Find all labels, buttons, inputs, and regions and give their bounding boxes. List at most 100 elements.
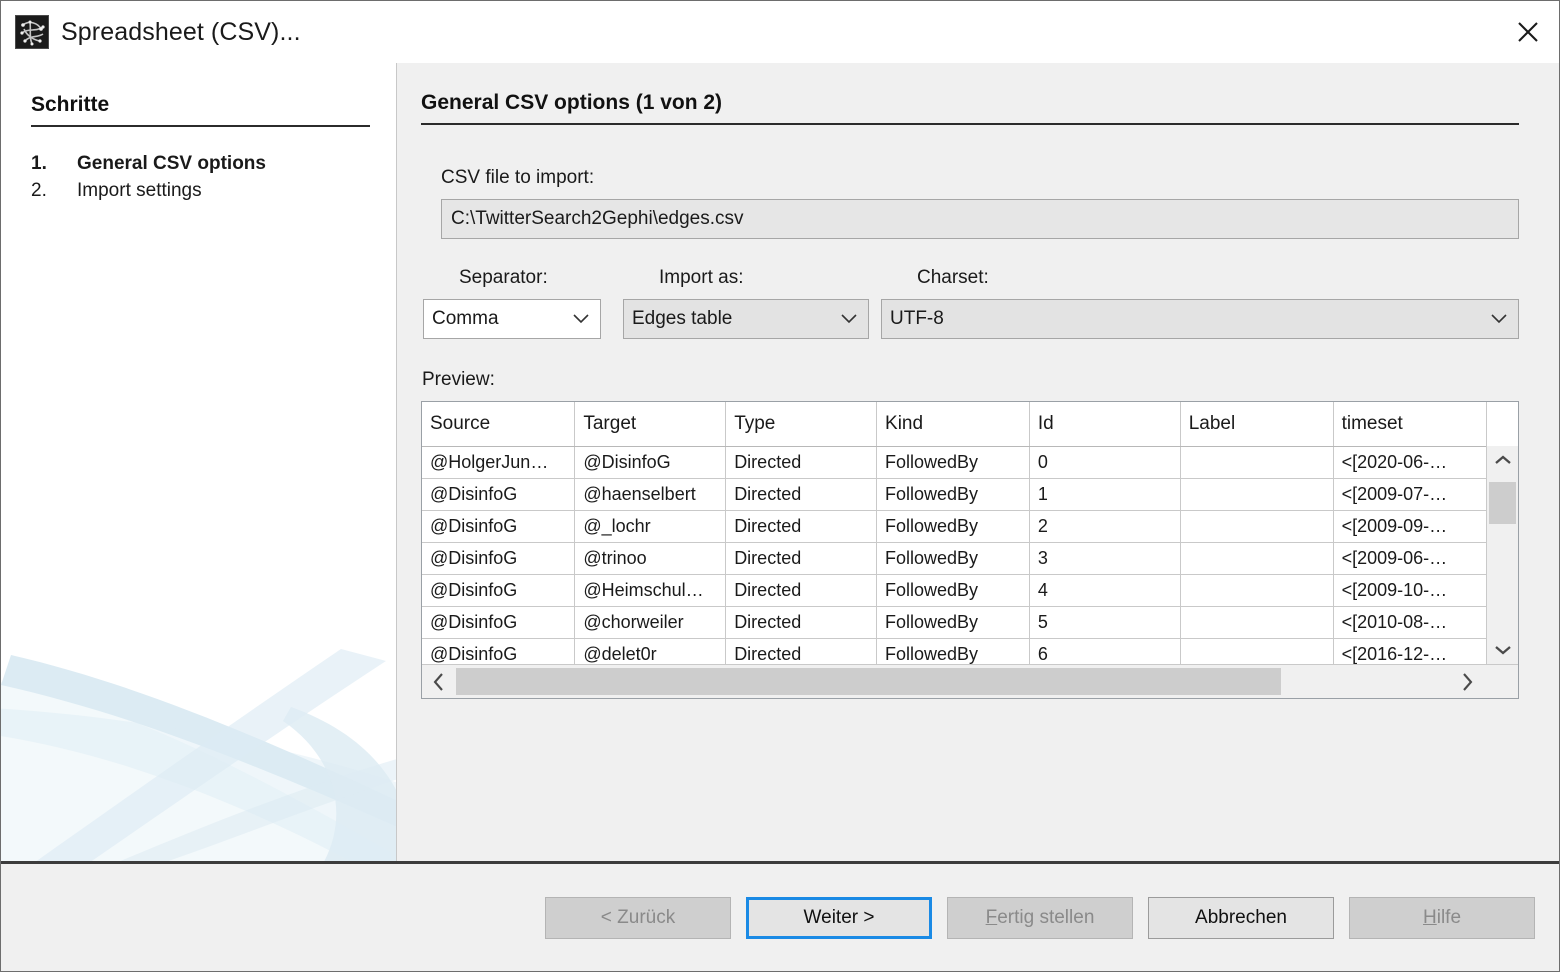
separator-value: Comma <box>432 308 499 329</box>
table-cell: @DisinfoG <box>422 478 576 511</box>
table-cell: FollowedBy <box>876 574 1030 607</box>
scroll-down-icon[interactable] <box>1487 636 1518 664</box>
table-cell: @haenselbert <box>574 478 727 511</box>
import-as-label: Import as: <box>659 267 744 288</box>
finish-button-label: Fertig stellen <box>985 906 1095 928</box>
table-cell: <[2016-12-… <box>1333 638 1486 664</box>
table-row[interactable]: @DisinfoG @trinoo Directed FollowedBy 3 <[200… <box>422 542 1486 575</box>
separator-label: Separator: <box>459 267 548 288</box>
table-cell: <[2009-07-… <box>1333 478 1486 511</box>
gephi-graph-icon <box>15 15 49 49</box>
next-button[interactable]: Weiter > <box>746 896 932 939</box>
close-icon[interactable] <box>1497 1 1559 63</box>
table-cell <box>1180 446 1334 479</box>
table-row[interactable]: @DisinfoG @delet0r Directed FollowedBy 6 <[20… <box>422 638 1486 664</box>
table-row[interactable]: @DisinfoG @haenselbert Directed FollowedBy 1… <box>422 478 1486 511</box>
table-cell: Directed <box>725 542 878 575</box>
table-row[interactable]: @DisinfoG @_lochr Directed FollowedBy 2 <[200… <box>422 510 1486 543</box>
steps-heading: Schritte <box>31 93 370 127</box>
step-number: 2. <box>31 180 47 201</box>
step-item-general-csv-options: 1. General CSV options <box>31 153 370 175</box>
step-number: 1. <box>31 153 47 174</box>
title-bar: Spreadsheet (CSV)... <box>1 1 1559 63</box>
hscroll-track[interactable] <box>456 665 1450 698</box>
table-column-header[interactable]: Source <box>422 402 576 447</box>
wizard-footer: < Zurück Weiter > Fertig stellen Abbrech… <box>1 864 1559 971</box>
back-button-label: < Zurück <box>600 906 676 928</box>
table-column-header[interactable]: Type <box>725 402 878 447</box>
scroll-left-icon[interactable] <box>422 672 456 692</box>
table-column-header[interactable]: Id <box>1029 402 1181 447</box>
table-cell: Directed <box>725 478 878 511</box>
table-cell: @delet0r <box>574 638 727 664</box>
table-cell <box>1180 606 1334 639</box>
preview-vertical-scrollbar[interactable] <box>1486 402 1518 664</box>
finish-button[interactable]: Fertig stellen <box>947 896 1133 939</box>
preview-table-viewport: Source Target Type Kind Id Label timeset @Holg… <box>422 402 1486 664</box>
decorative-swoosh-graphic <box>1 649 396 861</box>
import-as-dropdown[interactable]: Edges table <box>623 299 869 339</box>
vscroll-thumb[interactable] <box>1489 482 1516 524</box>
cancel-button[interactable]: Abbrechen <box>1148 896 1334 939</box>
hscroll-thumb[interactable] <box>456 668 1282 695</box>
table-cell: <[2010-08-… <box>1333 606 1486 639</box>
cancel-button-label: Abbrechen <box>1195 906 1287 928</box>
table-row[interactable]: @HolgerJun… @DisinfoG Directed FollowedBy 0 <… <box>422 446 1486 479</box>
chevron-down-icon <box>570 314 592 324</box>
chevron-down-icon <box>1488 314 1510 324</box>
charset-value: UTF-8 <box>890 308 944 329</box>
table-cell: 0 <box>1029 446 1181 479</box>
table-row[interactable]: @DisinfoG @chorweiler Directed FollowedBy 5 <… <box>422 606 1486 639</box>
table-cell: 4 <box>1029 574 1181 607</box>
table-cell: @HolgerJun… <box>422 446 576 479</box>
table-cell: FollowedBy <box>876 638 1030 664</box>
csv-file-path-value: C:\TwitterSearch2Gephi\edges.csv <box>451 208 744 229</box>
table-cell: @_lochr <box>574 510 727 543</box>
table-cell: 3 <box>1029 542 1181 575</box>
preview-table-container: Source Target Type Kind Id Label timeset @Holg… <box>421 401 1519 699</box>
table-cell: @DisinfoG <box>422 638 576 664</box>
vscroll-header-spacer <box>1487 402 1518 446</box>
table-cell: <[2009-10-… <box>1333 574 1486 607</box>
table-column-header[interactable]: Kind <box>876 402 1030 447</box>
table-cell: FollowedBy <box>876 478 1030 511</box>
chevron-down-icon <box>838 314 860 324</box>
table-column-header[interactable]: timeset <box>1333 402 1486 447</box>
scroll-up-icon[interactable] <box>1487 446 1518 474</box>
table-cell: Directed <box>725 606 878 639</box>
separator-dropdown[interactable]: Comma <box>423 299 601 339</box>
table-cell <box>1180 478 1334 511</box>
table-cell: @DisinfoG <box>422 542 576 575</box>
csv-import-wizard-window: Spreadsheet (CSV)... Schritte 1. General… <box>0 0 1560 972</box>
scroll-right-icon[interactable] <box>1450 672 1484 692</box>
table-cell: <[2009-06-… <box>1333 542 1486 575</box>
import-as-value: Edges table <box>632 308 733 329</box>
table-column-header[interactable]: Target <box>574 402 727 447</box>
help-button[interactable]: Hilfe <box>1349 896 1535 939</box>
table-cell: @DisinfoG <box>574 446 727 479</box>
table-cell: FollowedBy <box>876 606 1030 639</box>
table-cell: @Heimschul… <box>574 574 727 607</box>
vscroll-track[interactable] <box>1487 474 1518 636</box>
table-cell: Directed <box>725 510 878 543</box>
table-cell: Directed <box>725 446 878 479</box>
table-cell: <[2020-06-… <box>1333 446 1486 479</box>
charset-label: Charset: <box>917 267 989 288</box>
table-cell: @DisinfoG <box>422 606 576 639</box>
table-cell: 2 <box>1029 510 1181 543</box>
preview-label: Preview: <box>422 369 495 390</box>
step-label: General CSV options <box>77 153 266 174</box>
table-cell <box>1180 510 1334 543</box>
table-cell: FollowedBy <box>876 446 1030 479</box>
table-cell: @trinoo <box>574 542 727 575</box>
option-labels-row: Separator: Import as: Charset: <box>421 267 1519 289</box>
table-cell: @DisinfoG <box>422 510 576 543</box>
csv-file-label: CSV file to import: <box>441 167 595 188</box>
csv-file-path-input[interactable]: C:\TwitterSearch2Gephi\edges.csv <box>441 199 1519 239</box>
table-header-row: Source Target Type Kind Id Label timeset <box>422 402 1486 447</box>
preview-horizontal-scrollbar[interactable] <box>422 664 1518 698</box>
table-row[interactable]: @DisinfoG @Heimschul… Directed FollowedBy 4 <… <box>422 574 1486 607</box>
table-column-header[interactable]: Label <box>1180 402 1334 447</box>
charset-dropdown[interactable]: UTF-8 <box>881 299 1519 339</box>
back-button[interactable]: < Zurück <box>545 896 731 939</box>
